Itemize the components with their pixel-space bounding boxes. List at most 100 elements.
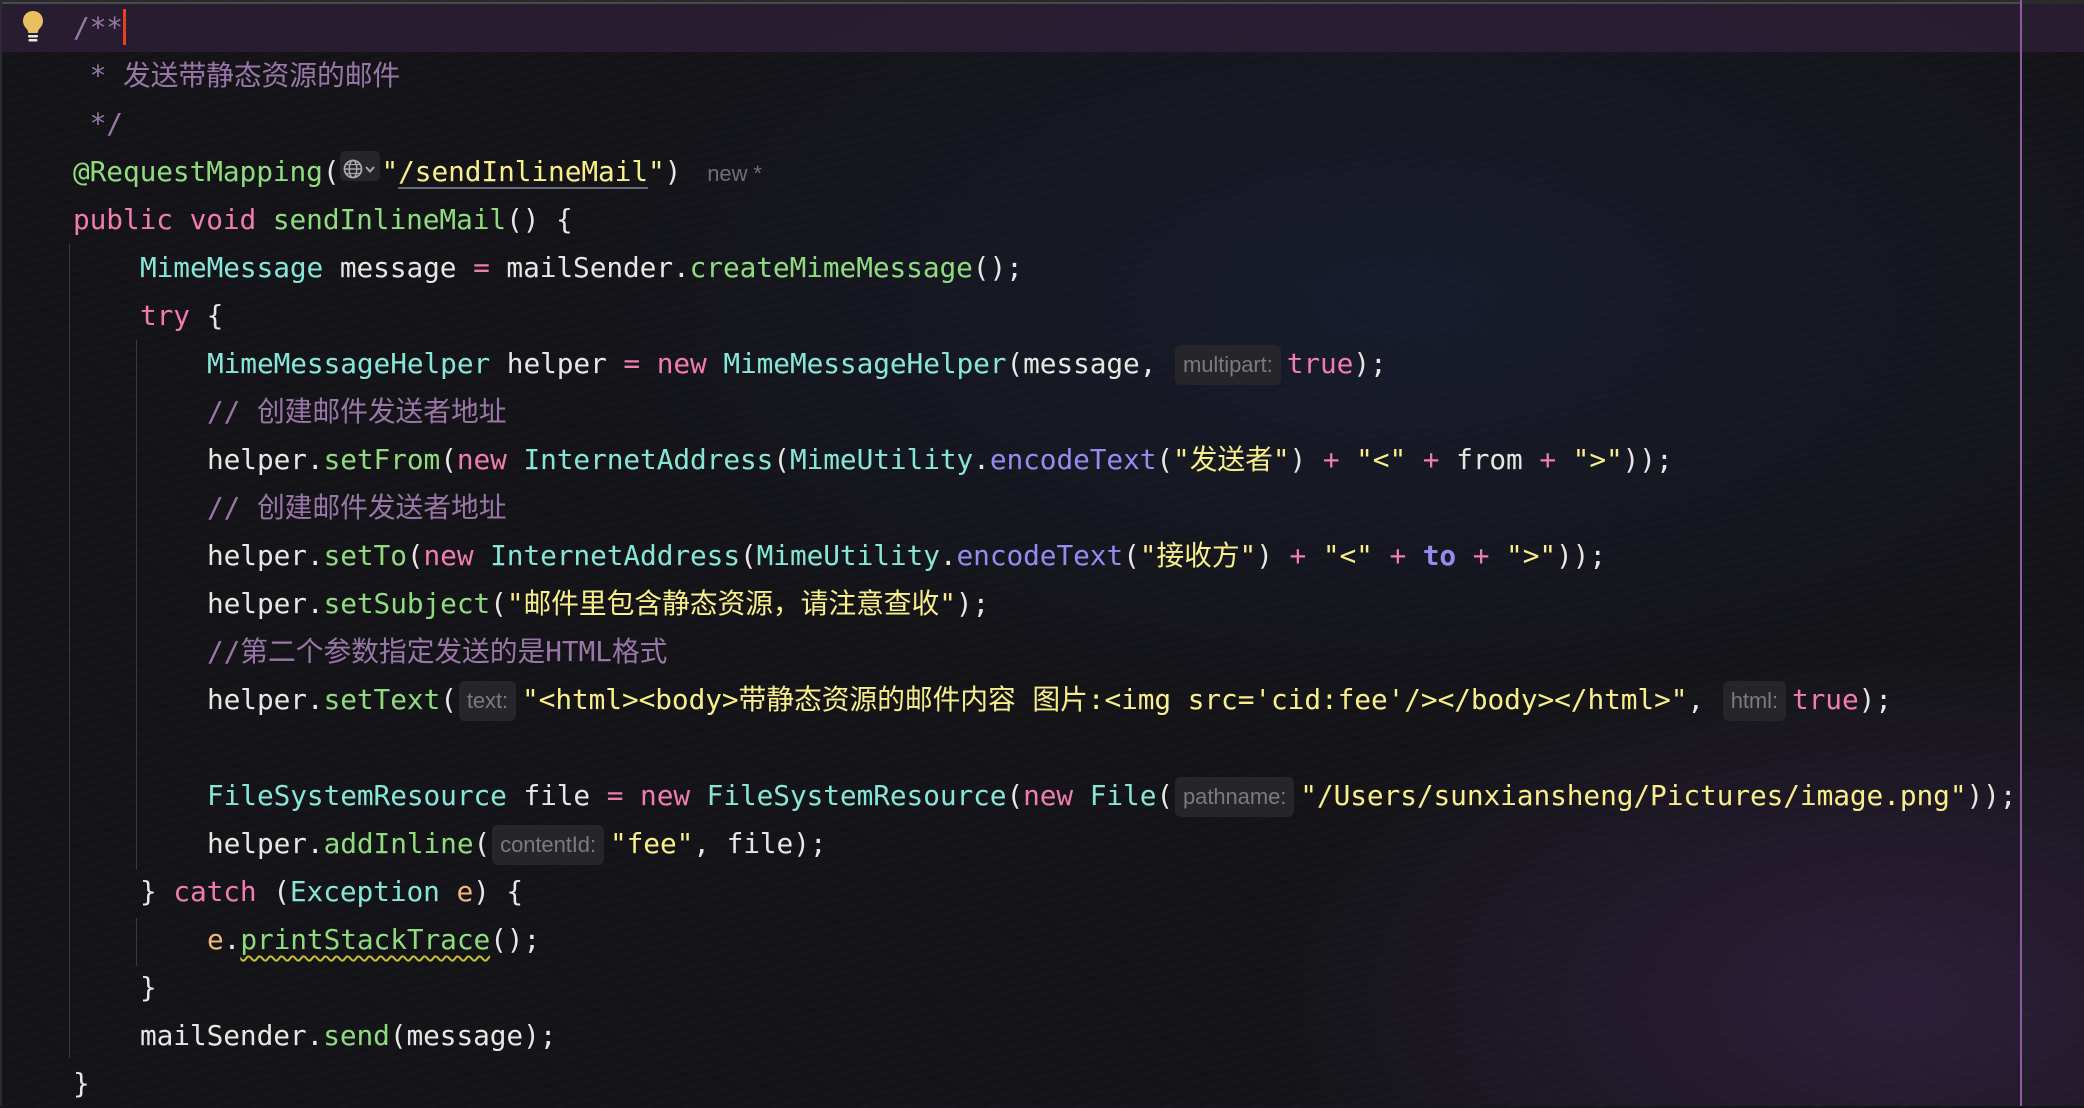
globe-endpoint-icon[interactable] bbox=[340, 151, 381, 181]
token-param: e bbox=[456, 875, 474, 908]
token-plain: file bbox=[506, 779, 607, 812]
token-plain: ); bbox=[1353, 347, 1387, 380]
code-line[interactable]: FileSystemResource file = new FileSystem… bbox=[207, 772, 2017, 820]
code-line[interactable]: try { bbox=[140, 292, 223, 340]
parameter-name-hint: contentId: bbox=[492, 825, 604, 865]
token-kw: catch bbox=[173, 875, 257, 908]
token-op: + bbox=[1539, 443, 1557, 476]
token-fn: setSubject bbox=[323, 587, 491, 620]
token-plain: helper. bbox=[207, 443, 324, 476]
code-line[interactable]: /** bbox=[73, 4, 126, 52]
token-param: e bbox=[207, 923, 224, 956]
token-kw: new bbox=[423, 539, 474, 572]
code-line[interactable]: e.printStackTrace(); bbox=[207, 916, 540, 964]
token-com: /** bbox=[73, 11, 123, 44]
token-plain: (); bbox=[972, 251, 1023, 284]
code-line[interactable]: // 创建邮件发送者地址 bbox=[207, 388, 507, 436]
token-str: "/Users/sunxiansheng/Pictures/image.png" bbox=[1300, 779, 1967, 812]
code-line[interactable]: helper.setText(text: "<html><body>带静态资源的邮… bbox=[207, 676, 1892, 724]
token-com: // 创建邮件发送者地址 bbox=[207, 491, 507, 524]
code-line[interactable]: } bbox=[73, 1060, 90, 1108]
token-fn: setTo bbox=[323, 539, 407, 572]
token-str: "<" bbox=[1322, 539, 1373, 572]
token-type: InternetAddress bbox=[523, 443, 774, 476]
code-line[interactable]: helper.setFrom(new InternetAddress(MimeU… bbox=[207, 436, 1673, 484]
token-type: FileSystemResource bbox=[207, 779, 507, 812]
token-plain: ) bbox=[664, 155, 682, 188]
token-plain: } bbox=[140, 875, 174, 908]
code-line[interactable]: mailSender.send(message); bbox=[140, 1012, 556, 1060]
parameter-name-hint: pathname: bbox=[1175, 777, 1295, 817]
code-line[interactable]: helper.setSubject("邮件里包含静态资源，请注意查收"); bbox=[207, 580, 989, 628]
code-line[interactable]: MimeMessage message = mailSender.createM… bbox=[140, 244, 1023, 292]
token-plain: (message, bbox=[1006, 347, 1174, 380]
code-line[interactable]: */ bbox=[73, 100, 123, 148]
token-plain: ( bbox=[490, 587, 507, 620]
token-type: File bbox=[1089, 779, 1157, 812]
token-plain: . bbox=[939, 539, 957, 572]
code-line[interactable]: * 发送带静态资源的邮件 bbox=[73, 52, 401, 100]
token-fn: send bbox=[323, 1019, 390, 1052]
token-com: */ bbox=[73, 107, 123, 140]
token-plain: ) bbox=[1256, 539, 1290, 572]
token-type: MimeMessageHelper bbox=[207, 347, 491, 380]
token-plain: ) bbox=[1289, 443, 1323, 476]
token-plain: ( bbox=[1123, 539, 1140, 572]
token-str: "邮件里包含静态资源，请注意查收" bbox=[506, 587, 956, 620]
token-type: MimeMessage bbox=[140, 251, 324, 284]
parameter-name-hint: multipart: bbox=[1175, 345, 1281, 385]
token-plain: ) { bbox=[473, 875, 524, 908]
token-kw: true bbox=[1792, 683, 1859, 716]
token-plain: )); bbox=[1622, 443, 1673, 476]
author-inlay-hint[interactable]: new * bbox=[707, 161, 762, 186]
token-field: to bbox=[1422, 539, 1457, 572]
lightbulb-icon[interactable] bbox=[22, 10, 44, 44]
token-str: " bbox=[381, 155, 399, 188]
code-line[interactable]: @RequestMapping("/sendInlineMail") new * bbox=[73, 148, 762, 196]
token-plain: . bbox=[223, 923, 241, 956]
code-line[interactable]: helper.setTo(new InternetAddress(MimeUti… bbox=[207, 532, 1606, 580]
token-kw: new bbox=[1023, 779, 1074, 812]
indent-guide-catch bbox=[136, 918, 137, 966]
token-plain: helper. bbox=[207, 827, 324, 860]
token-kw: public bbox=[73, 203, 173, 236]
token-plain: ( bbox=[406, 539, 424, 572]
code-line[interactable]: // 创建邮件发送者地址 bbox=[207, 484, 507, 532]
token-kw: true bbox=[1286, 347, 1354, 380]
code-line[interactable]: //第二个参数指定发送的是HTML格式 bbox=[207, 628, 667, 676]
code-line[interactable]: } bbox=[140, 964, 157, 1012]
token-plain: )); bbox=[1966, 779, 2017, 812]
token-plain: )); bbox=[1556, 539, 1606, 572]
token-plain: , file); bbox=[693, 827, 827, 860]
token-plain: (); bbox=[490, 923, 541, 956]
token-plain: ( bbox=[256, 875, 290, 908]
token-plain: ( bbox=[1156, 443, 1174, 476]
token-plain: helper. bbox=[207, 683, 324, 716]
token-plain: . bbox=[973, 443, 990, 476]
token-type: MimeUtility bbox=[756, 539, 940, 572]
code-line[interactable]: MimeMessageHelper helper = new MimeMessa… bbox=[207, 340, 1387, 388]
code-line[interactable]: public void sendInlineMail() { bbox=[73, 196, 573, 244]
code-line[interactable]: } catch (Exception e) { bbox=[140, 868, 523, 916]
token-kw: new bbox=[640, 779, 691, 812]
token-plain: from bbox=[1439, 443, 1540, 476]
token-fn: setText bbox=[323, 683, 441, 716]
token-plain: ( bbox=[473, 827, 491, 860]
token-type: Exception bbox=[289, 875, 440, 908]
token-type: MimeMessageHelper bbox=[723, 347, 1007, 380]
token-kw: try bbox=[140, 299, 190, 332]
token-str: "<html><body>带静态资源的邮件内容 图片:<img src='cid… bbox=[522, 683, 1688, 716]
token-plain: ( bbox=[1006, 779, 1024, 812]
code-line[interactable]: helper.addInline(contentId: "fee", file); bbox=[207, 820, 827, 868]
token-op: + bbox=[1472, 539, 1490, 572]
parameter-name-hint: html: bbox=[1722, 681, 1786, 721]
